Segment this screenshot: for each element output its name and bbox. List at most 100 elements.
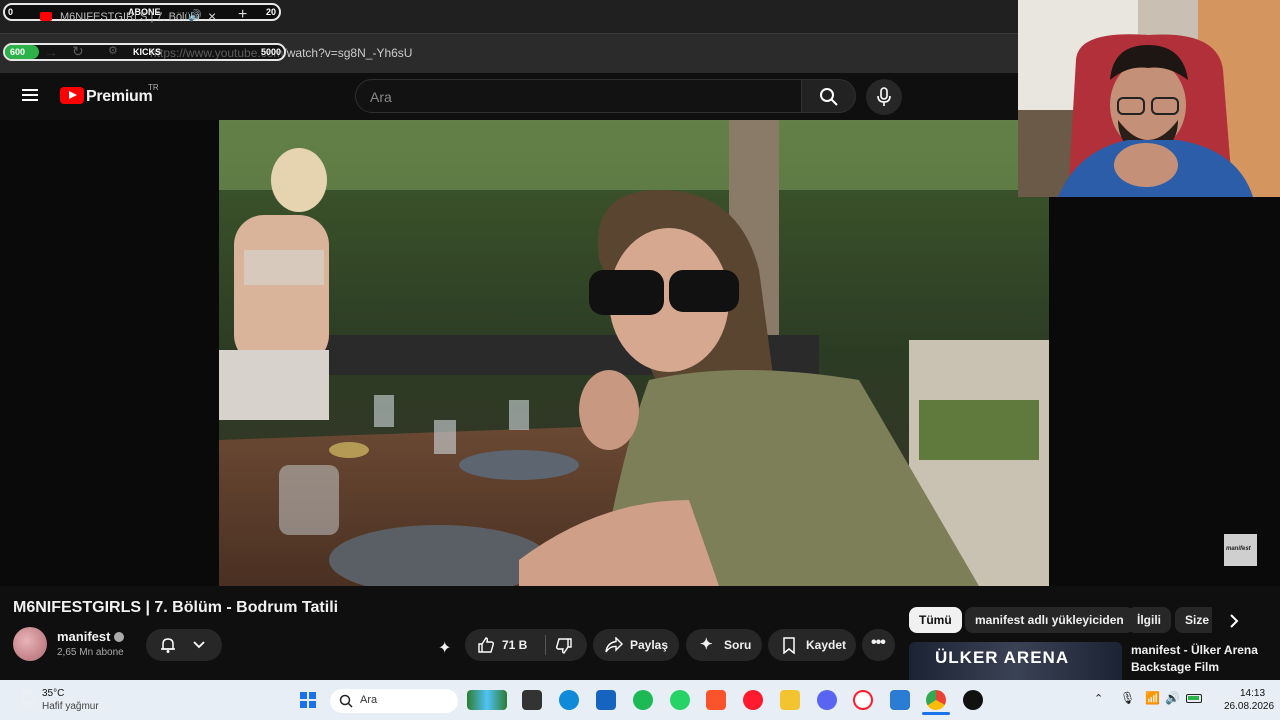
start-windows-icon[interactable]	[300, 692, 316, 708]
opera-icon[interactable]	[743, 690, 763, 710]
watermark-text: manifest	[1226, 546, 1251, 552]
like-dislike-group: 71 B	[465, 629, 587, 661]
weather-desc: Hafif yağmur	[42, 701, 99, 712]
thumbs-down-icon[interactable]	[555, 637, 573, 655]
taskbar-search-icon	[339, 694, 353, 708]
close-tab-icon[interactable]: ×	[208, 8, 216, 24]
streamer-webcam	[1018, 0, 1280, 197]
kicks-goal: 5000	[260, 47, 281, 57]
weather-icon[interactable]: 🌦	[18, 688, 38, 708]
subscriber-count: 2,65 Mn abone	[57, 647, 124, 658]
browser-tab-bar: 0 ABONE 20 M6NIFESTGIRLS | 7. Bölüm 🔊 × …	[0, 0, 1018, 33]
youtube-favicon-icon	[40, 12, 52, 21]
share-label: Paylaş	[630, 638, 669, 652]
kicks-progress-overlay: 600 KICKS 5000	[3, 43, 286, 61]
new-tab-button[interactable]: +	[238, 6, 247, 24]
active-app-indicator	[922, 712, 950, 715]
weather-temp[interactable]: 35°C	[42, 688, 64, 699]
tab-title: M6NIFESTGIRLS | 7. Bölüm	[60, 11, 200, 23]
search-input[interactable]: Ara	[355, 79, 802, 113]
chrome-icon[interactable]	[926, 690, 946, 710]
volume-icon[interactable]: 🔊	[1165, 691, 1180, 705]
task-view-icon[interactable]	[522, 690, 542, 710]
like-count: 71 B	[502, 638, 528, 652]
youtube-logo[interactable]	[60, 87, 84, 104]
bell-icon	[161, 638, 175, 653]
chip-for-you-clip: Size	[1175, 607, 1212, 633]
channel-avatar[interactable]	[13, 627, 47, 661]
more-actions-button[interactable]: •••	[862, 629, 895, 661]
ask-button[interactable]: ✦ Soru	[686, 629, 762, 661]
edge-icon[interactable]	[559, 690, 579, 710]
widget-app-icon[interactable]	[467, 690, 507, 710]
taskbar-search-label: Ara	[360, 694, 378, 706]
recommendation-title-1[interactable]: manifest - Ülker Arena	[1131, 643, 1258, 657]
video-title: M6NIFESTGIRLS | 7. Bölüm - Bodrum Tatili	[13, 599, 339, 616]
microphone-icon	[877, 87, 891, 106]
clock-time[interactable]: 14:13	[1240, 688, 1265, 699]
region-code: TR	[148, 83, 159, 92]
more-icon: •••	[871, 634, 886, 651]
chip-all[interactable]: Tümü	[909, 607, 962, 633]
abone-start: 0	[8, 7, 14, 17]
bookmark-icon	[783, 637, 795, 654]
search-button[interactable]	[802, 79, 856, 113]
abone-goal: 20	[265, 7, 276, 17]
kicks-label: KICKS	[133, 47, 162, 57]
speaker-icon[interactable]: 🔊	[188, 9, 202, 22]
divider	[545, 635, 546, 655]
obs-icon[interactable]	[963, 690, 983, 710]
thumbs-up-icon	[478, 637, 495, 653]
share-icon	[605, 637, 623, 653]
menu-icon[interactable]	[22, 86, 38, 104]
windows-tile	[309, 701, 316, 708]
save-button[interactable]: Kaydet	[768, 629, 856, 661]
search-placeholder: Ara	[370, 89, 392, 105]
whatsapp-icon[interactable]	[670, 690, 690, 710]
app-icon[interactable]	[596, 690, 616, 710]
chevron-right-icon[interactable]	[1228, 613, 1240, 629]
chip-from-uploader[interactable]: manifest adlı yükleyiciden	[965, 607, 1134, 633]
save-label: Kaydet	[806, 638, 847, 652]
windows-tile	[300, 692, 307, 699]
battery-fill	[1188, 696, 1199, 700]
ask-sparkle-icon: ✦	[700, 636, 713, 653]
windows-tile	[309, 692, 316, 699]
like-button[interactable]: 71 B	[465, 629, 545, 661]
channel-watermark[interactable]: manifest	[1224, 534, 1257, 566]
ask-label: Soru	[724, 638, 752, 652]
recommendation-title-2[interactable]: Backstage Film	[1131, 660, 1219, 674]
channel-name[interactable]: manifest	[57, 629, 110, 644]
thumbnail-text: ÜLKER ARENA	[935, 648, 1070, 667]
youtube-play-icon	[60, 87, 84, 104]
webcam-image	[1018, 0, 1280, 197]
video-frame[interactable]	[219, 120, 1049, 586]
clock-date[interactable]: 26.08.2026	[1224, 701, 1274, 712]
chip-related[interactable]: İlgili	[1127, 607, 1171, 633]
recommendation-thumbnail[interactable]: ÜLKER ARENA	[909, 642, 1122, 680]
kicks-start: 600	[10, 47, 26, 57]
wifi-icon[interactable]: 📶	[1145, 691, 1160, 705]
battery-icon[interactable]	[1186, 694, 1202, 703]
sparkle-icon[interactable]: ✦	[438, 638, 451, 658]
premium-logo-text: Premium	[86, 88, 153, 105]
taskbar-search[interactable]: Ara	[330, 689, 458, 713]
windows-tile	[300, 701, 307, 708]
opera-gx-icon[interactable]	[853, 690, 873, 710]
brave-icon[interactable]	[706, 690, 726, 710]
video-scene-image	[219, 120, 1049, 586]
subscribed-notification-button[interactable]	[146, 629, 222, 661]
share-button[interactable]: Paylaş	[593, 629, 679, 661]
search-icon	[820, 88, 838, 106]
mail-icon[interactable]	[890, 690, 910, 710]
file-explorer-icon[interactable]	[780, 690, 800, 710]
discord-icon[interactable]	[817, 690, 837, 710]
spotify-icon[interactable]	[633, 690, 653, 710]
chevron-down-icon	[193, 641, 205, 649]
browser-tab[interactable]: M6NIFESTGIRLS | 7. Bölüm 🔊 ×	[30, 6, 230, 28]
chip-for-you[interactable]: Size	[1175, 607, 1212, 633]
tray-mic-icon[interactable]: 🎙	[1120, 691, 1135, 705]
tray-chevron-up-icon[interactable]: ⌃	[1094, 692, 1103, 705]
voice-search-button[interactable]	[866, 79, 902, 115]
verified-badge-icon	[114, 632, 124, 642]
